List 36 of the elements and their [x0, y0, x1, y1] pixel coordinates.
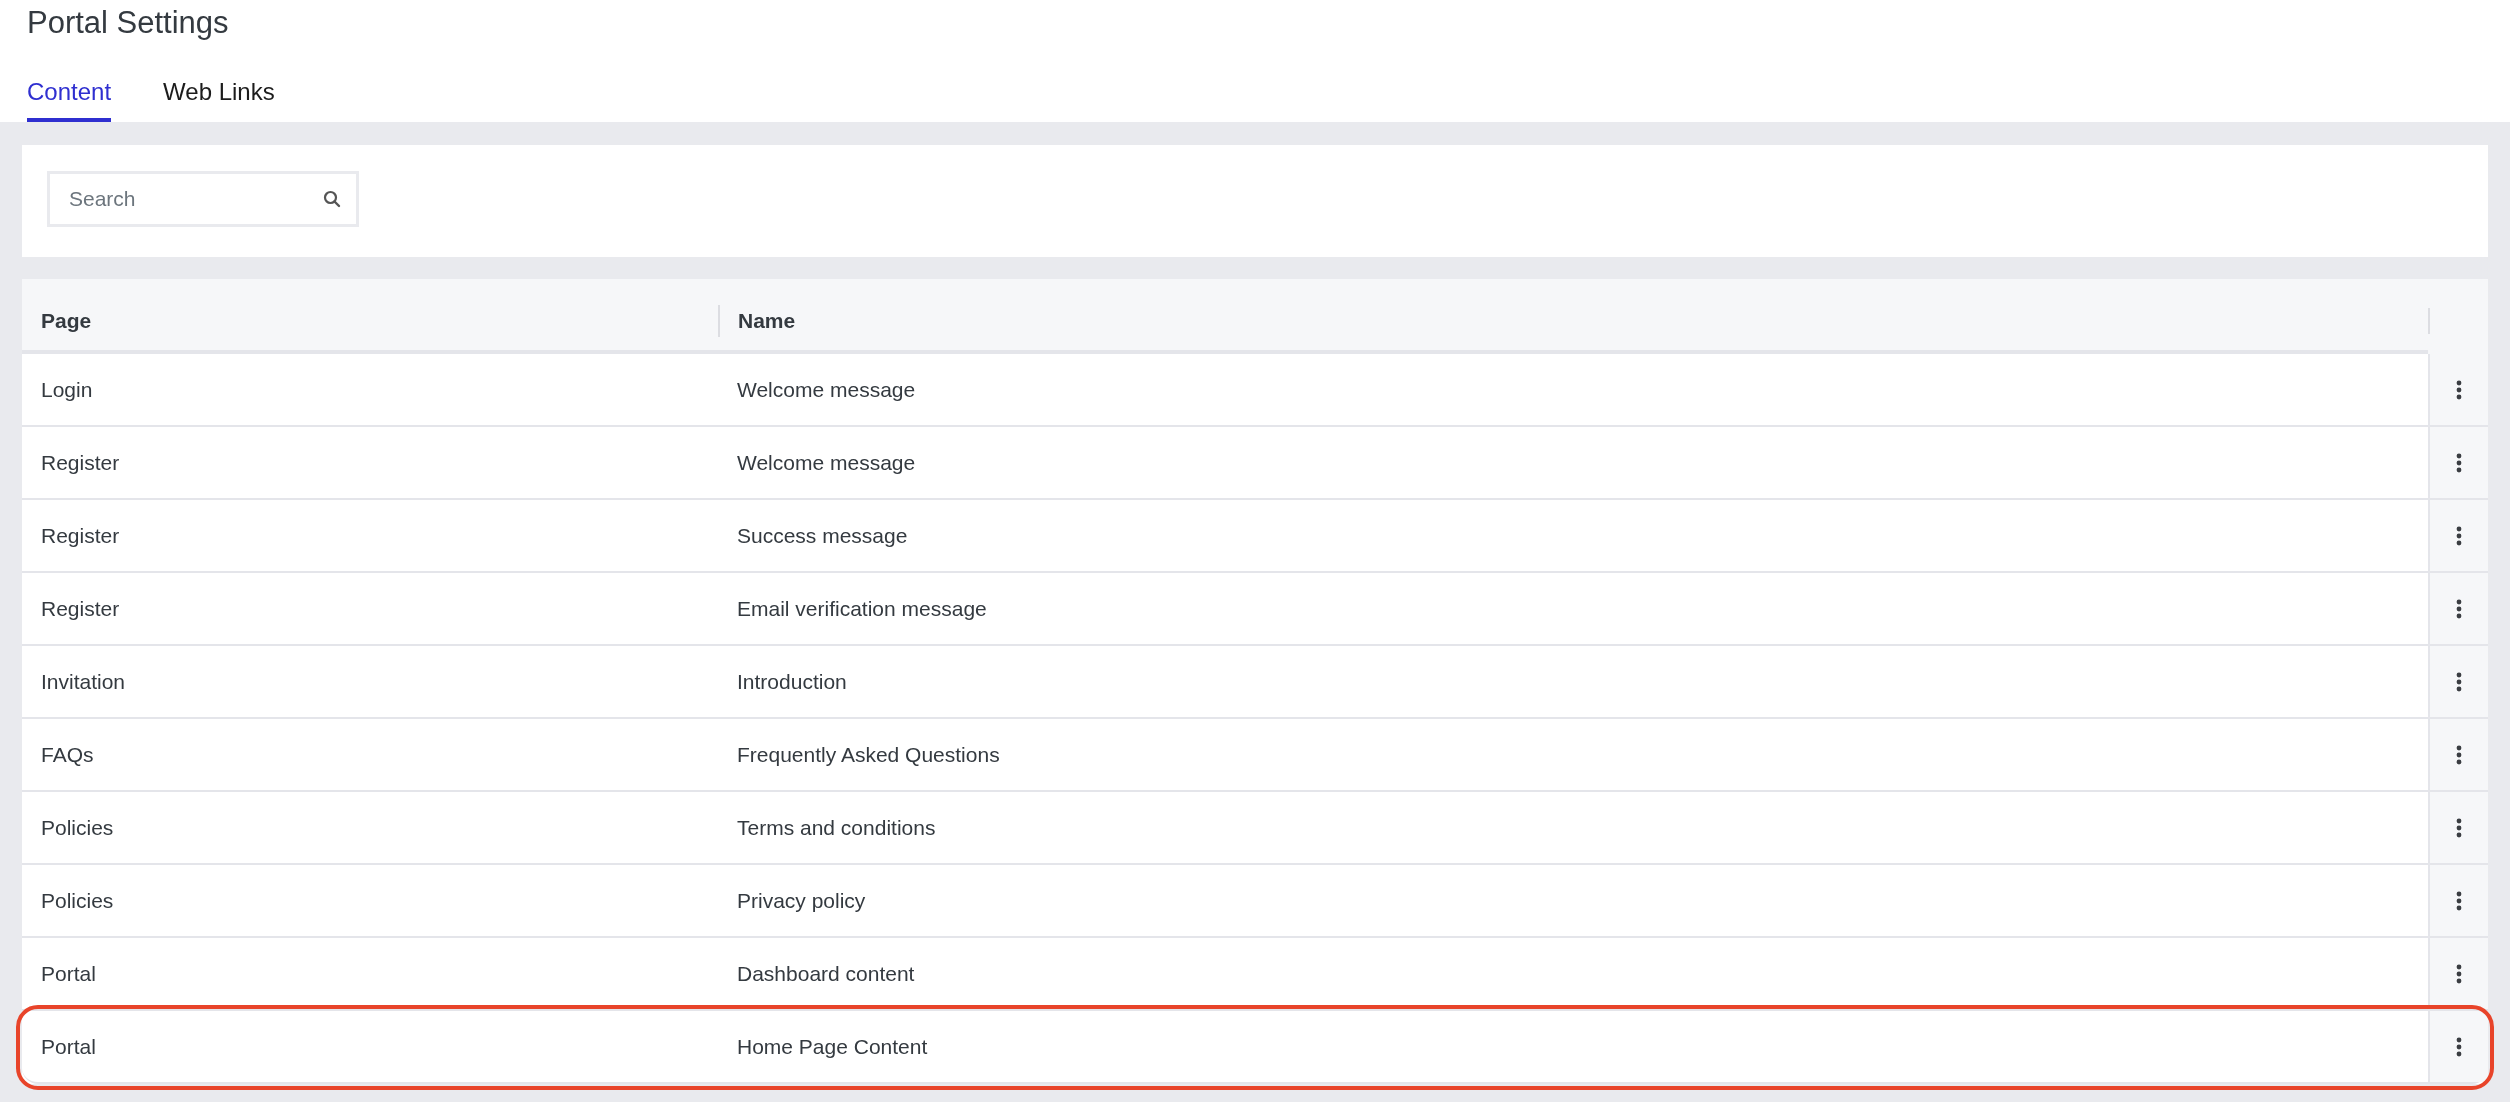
tab[interactable]: Web Links	[163, 74, 275, 122]
table-cell-text: Welcome message	[737, 376, 916, 403]
table-cell-text: Frequently Asked Questions	[737, 741, 1000, 768]
more-options-icon	[2456, 1036, 2462, 1057]
more-options-icon	[2456, 744, 2462, 765]
search-icon	[323, 190, 341, 208]
more-options-icon	[2456, 671, 2462, 692]
table-cell-text: Register	[41, 449, 120, 476]
more-options-icon	[2456, 598, 2462, 619]
search-field[interactable]: Search	[47, 171, 359, 227]
table-cell-text: Policies	[41, 814, 114, 841]
more-options-icon	[2456, 890, 2462, 911]
table-cell-text: Login	[41, 376, 93, 403]
table-cell-text: Portal	[41, 960, 96, 987]
table-cell-text: Home Page Content	[737, 1033, 928, 1060]
table-cell-text: Dashboard content	[737, 960, 915, 987]
table-cell-text: Privacy policy	[737, 887, 866, 914]
more-options-icon	[2456, 525, 2462, 546]
table-cell-text: Introduction	[737, 668, 847, 695]
column-header: Page	[41, 308, 92, 334]
column-header: Name	[738, 308, 796, 334]
table-cell-text: Portal	[41, 1033, 96, 1060]
more-options-icon	[2456, 963, 2462, 984]
table-cell-text: Register	[41, 522, 120, 549]
table-cell-text: Email verification message	[737, 595, 987, 622]
table-cell-text: Policies	[41, 887, 114, 914]
more-options-icon	[2456, 452, 2462, 473]
table-cell-text: Register	[41, 595, 120, 622]
more-options-icon	[2456, 817, 2462, 838]
page-title: Portal Settings	[27, 4, 230, 42]
more-options-icon	[2456, 379, 2462, 400]
table-cell-text: Terms and conditions	[737, 814, 936, 841]
table-cell-text: Invitation	[41, 668, 126, 695]
table-cell-text: Success message	[737, 522, 908, 549]
table-cell-text: FAQs	[41, 741, 94, 768]
table-cell-text: Welcome message	[737, 449, 916, 476]
